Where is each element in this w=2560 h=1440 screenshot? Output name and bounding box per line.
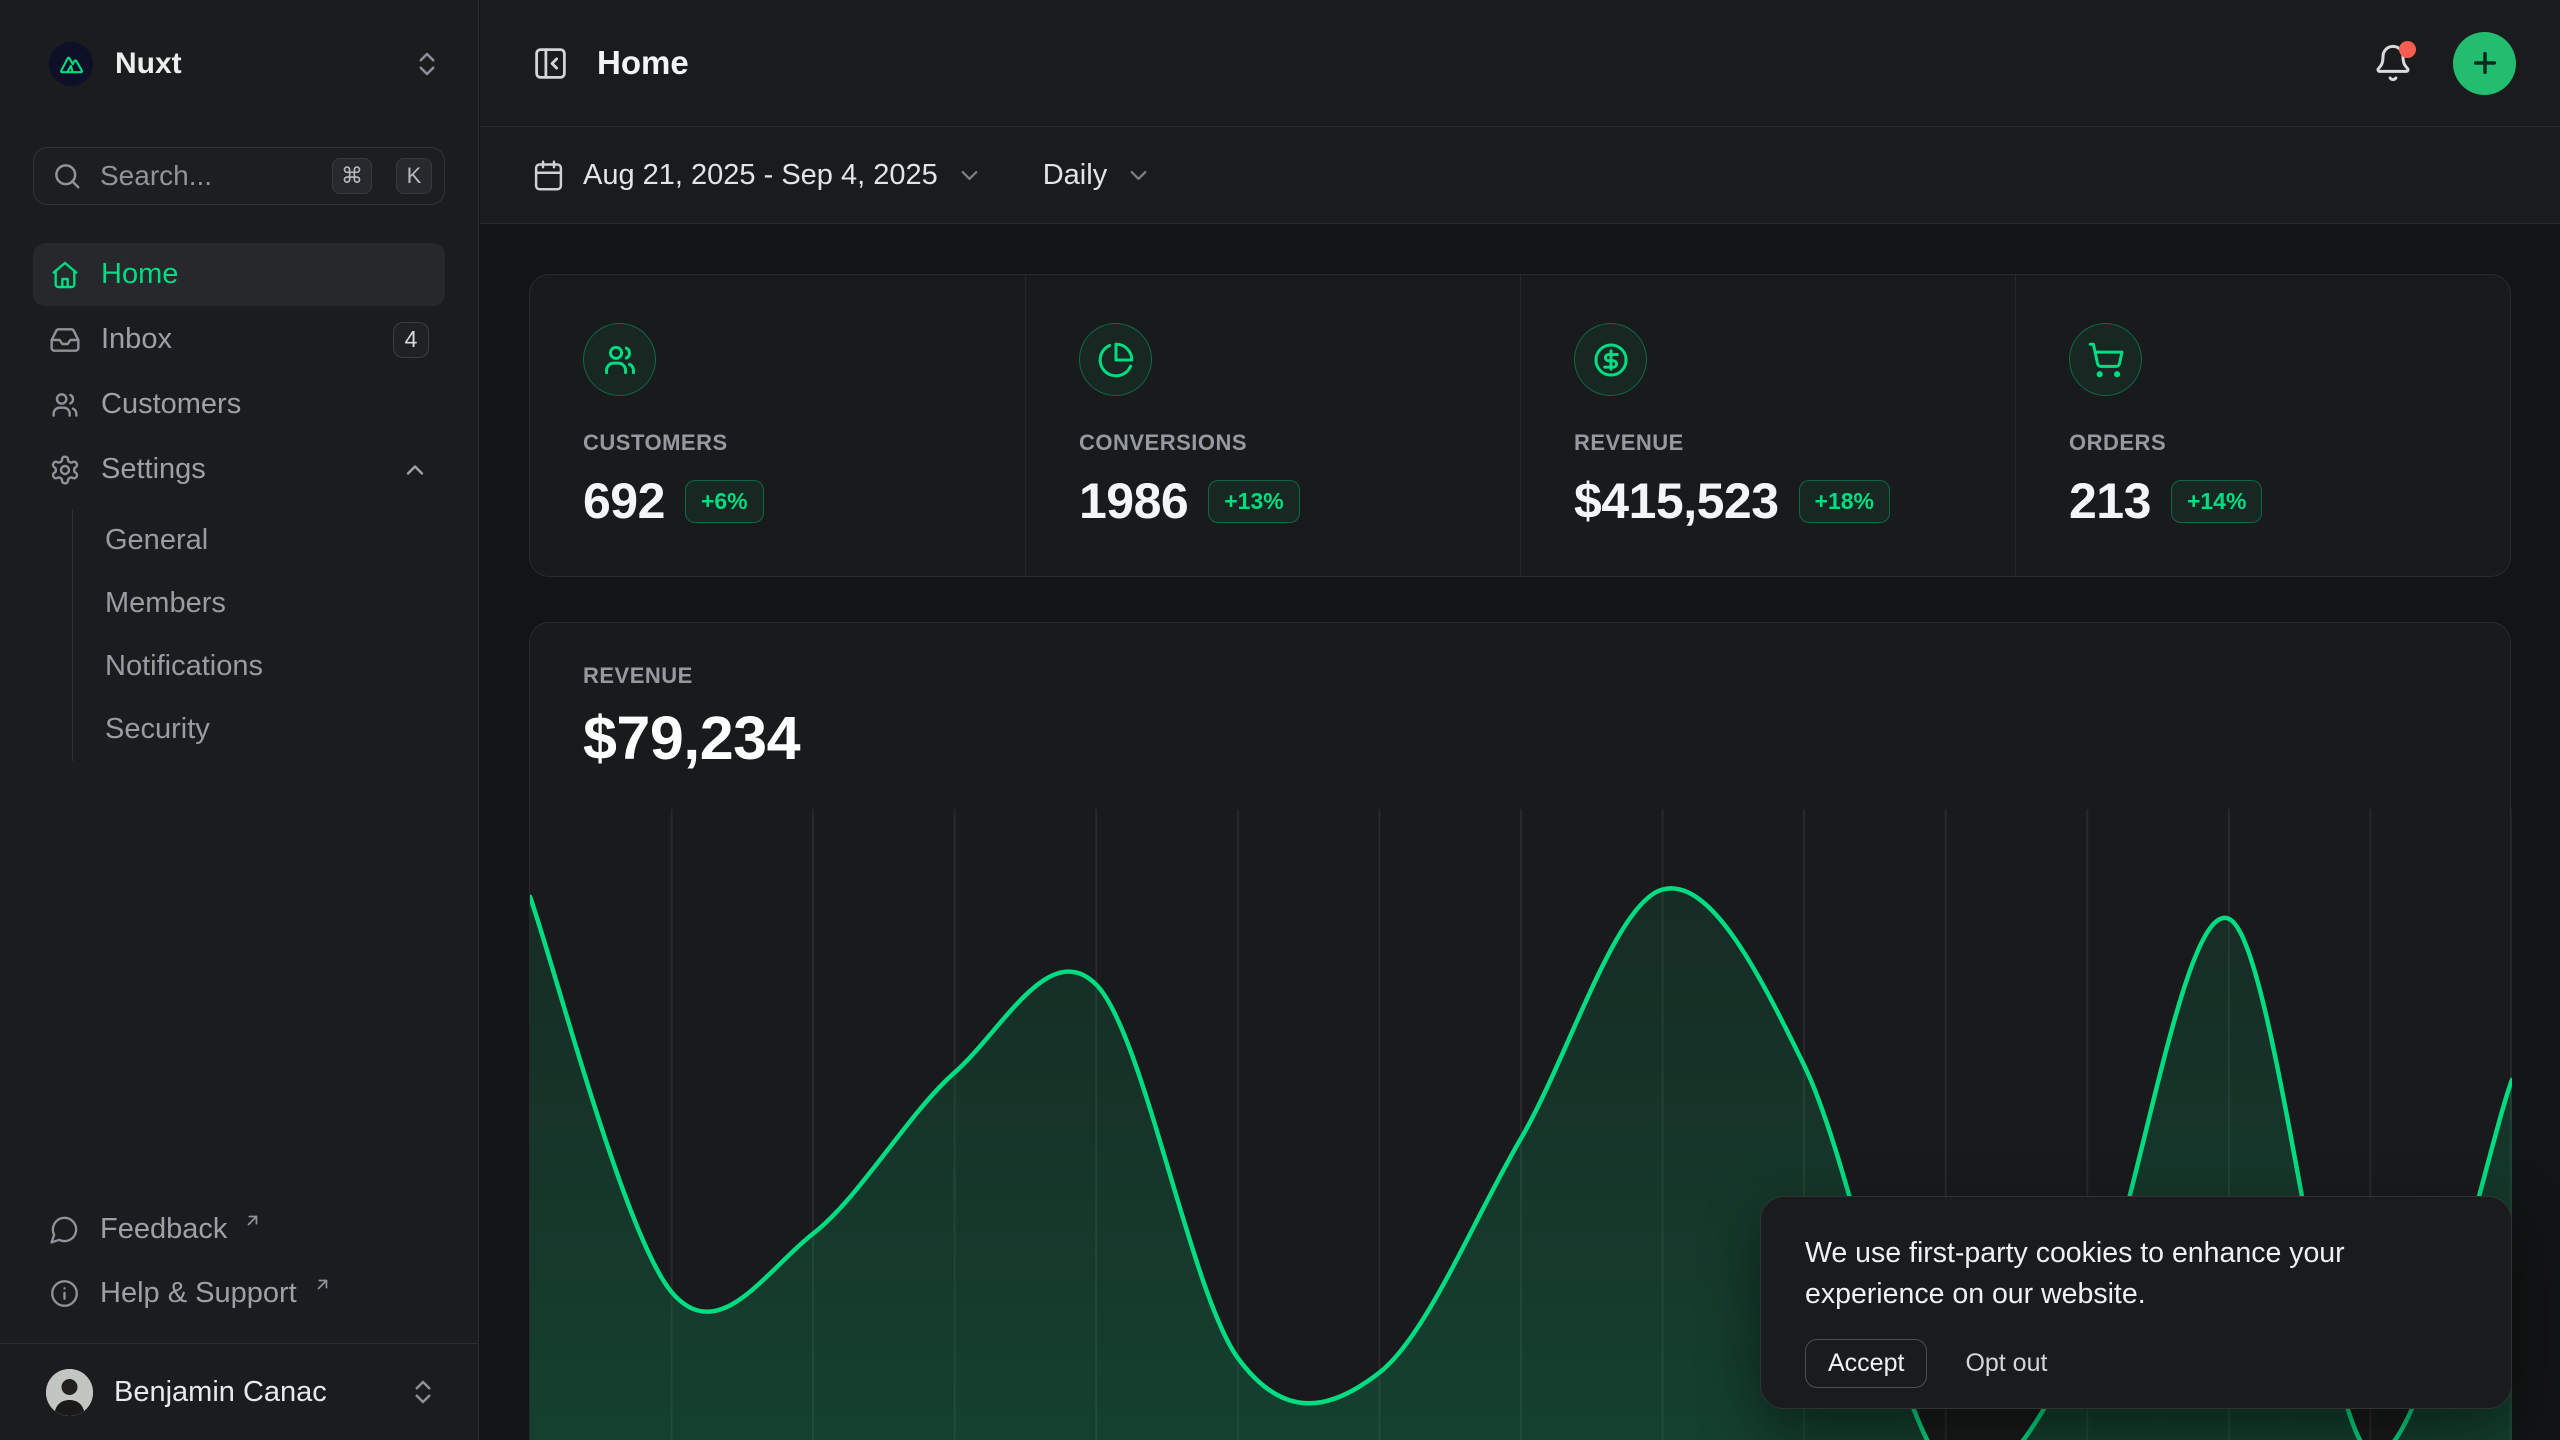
stats-panel: CUSTOMERS 692 +6% CONVERSIONS 1986 +13% REVENU…	[529, 274, 2511, 577]
sidebar-item-inbox[interactable]: Inbox 4	[33, 308, 445, 371]
granularity-value: Daily	[1043, 159, 1107, 192]
nuxt-logo-icon	[49, 42, 93, 86]
search-icon	[52, 161, 82, 191]
search-input[interactable]: Search... ⌘ K	[33, 147, 445, 205]
kbd-k: K	[396, 158, 432, 194]
calendar-icon	[532, 159, 565, 192]
inbox-icon	[49, 324, 81, 356]
avatar	[46, 1369, 93, 1416]
stat-delta-badge: +18%	[1799, 480, 1890, 523]
sidebar-nav: Home Inbox 4 Customers Settings GeneralMember…	[0, 219, 478, 1197]
sidebar-subitem-general[interactable]: General	[105, 509, 445, 572]
date-range-picker[interactable]: Aug 21, 2025 - Sep 4, 2025	[532, 159, 983, 192]
chevron-up-down-icon	[412, 49, 442, 79]
settings-sub-list: GeneralMembersNotificationsSecurity	[72, 509, 445, 761]
sidebar-item-settings[interactable]: Settings	[33, 438, 445, 501]
sidebar-item-label: Home	[101, 258, 178, 291]
notification-dot	[2399, 41, 2416, 58]
brand-name: Nuxt	[115, 47, 182, 81]
sidebar-item-label: Customers	[101, 388, 241, 421]
granularity-select[interactable]: Daily	[1043, 159, 1152, 192]
search-placeholder: Search...	[100, 160, 308, 192]
info-icon	[49, 1278, 80, 1309]
stat-card-customers: CUSTOMERS 692 +6%	[530, 275, 1025, 576]
sidebar-link-help-support[interactable]: Help & Support	[33, 1261, 445, 1325]
team-switcher[interactable]: Nuxt	[0, 0, 478, 127]
external-link-icon	[243, 1211, 262, 1230]
external-link-icon	[313, 1275, 332, 1294]
kbd-cmd: ⌘	[332, 158, 372, 194]
sidebar-link-feedback[interactable]: Feedback	[33, 1197, 445, 1261]
gear-icon	[49, 454, 81, 486]
cookie-optout-button[interactable]: Opt out	[1965, 1349, 2047, 1378]
notifications-button[interactable]	[2373, 43, 2413, 83]
cookie-message: We use first-party cookies to enhance yo…	[1805, 1233, 2467, 1315]
sidebar-footer-links: Feedback Help & Support	[0, 1197, 478, 1343]
stat-delta-badge: +14%	[2171, 480, 2262, 523]
chevron-up-icon	[401, 456, 429, 484]
stat-delta-badge: +13%	[1208, 480, 1299, 523]
sidebar-link-label: Help & Support	[100, 1277, 297, 1310]
page-title: Home	[597, 44, 689, 82]
sidebar-item-customers[interactable]: Customers	[33, 373, 445, 436]
sidebar-subitem-members[interactable]: Members	[105, 572, 445, 635]
stat-value: 1986	[1079, 472, 1188, 530]
stat-card-orders: ORDERS 213 +14%	[2015, 275, 2510, 576]
sidebar-item-label: Settings	[101, 453, 206, 486]
sidebar: Nuxt Search... ⌘ K Home Inbox 4 Customers Se…	[0, 0, 479, 1440]
stat-delta-badge: +6%	[685, 480, 764, 523]
add-button[interactable]	[2453, 32, 2516, 95]
revenue-chart-label: REVENUE	[583, 663, 2510, 689]
date-range-value: Aug 21, 2025 - Sep 4, 2025	[583, 159, 938, 192]
sidebar-subitem-notifications[interactable]: Notifications	[105, 635, 445, 698]
user-name: Benjamin Canac	[114, 1376, 327, 1409]
stat-card-revenue: REVENUE $415,523 +18%	[1520, 275, 2015, 576]
home-icon	[49, 259, 81, 291]
stat-label: REVENUE	[1574, 430, 2015, 456]
users-icon	[49, 389, 81, 421]
users-icon	[583, 323, 656, 396]
stat-label: CUSTOMERS	[583, 430, 1025, 456]
cookie-accept-button[interactable]: Accept	[1805, 1339, 1927, 1388]
sidebar-item-label: Inbox	[101, 323, 172, 356]
revenue-chart-value: $79,234	[583, 703, 2510, 773]
user-menu[interactable]: Benjamin Canac	[0, 1343, 478, 1440]
stat-label: CONVERSIONS	[1079, 430, 1520, 456]
collapse-sidebar-icon[interactable]	[532, 45, 569, 82]
stat-label: ORDERS	[2069, 430, 2510, 456]
pie-icon	[1079, 323, 1152, 396]
filters-bar: Aug 21, 2025 - Sep 4, 2025 Daily	[480, 127, 2560, 224]
plus-icon	[2469, 47, 2501, 79]
inbox-count-badge: 4	[393, 322, 429, 358]
stat-value: $415,523	[1574, 472, 1779, 530]
stat-card-conversions: CONVERSIONS 1986 +13%	[1025, 275, 1520, 576]
stat-value: 213	[2069, 472, 2151, 530]
cart-icon	[2069, 323, 2142, 396]
sidebar-subitem-security[interactable]: Security	[105, 698, 445, 761]
chevron-up-down-icon	[408, 1377, 438, 1407]
chat-icon	[49, 1214, 80, 1245]
chevron-down-icon	[1125, 162, 1152, 189]
chevron-down-icon	[956, 162, 983, 189]
sidebar-item-home[interactable]: Home	[33, 243, 445, 306]
page-header: Home	[480, 0, 2560, 127]
stat-value: 692	[583, 472, 665, 530]
cookie-banner: We use first-party cookies to enhance yo…	[1760, 1196, 2512, 1409]
dollar-icon	[1574, 323, 1647, 396]
sidebar-link-label: Feedback	[100, 1213, 227, 1246]
